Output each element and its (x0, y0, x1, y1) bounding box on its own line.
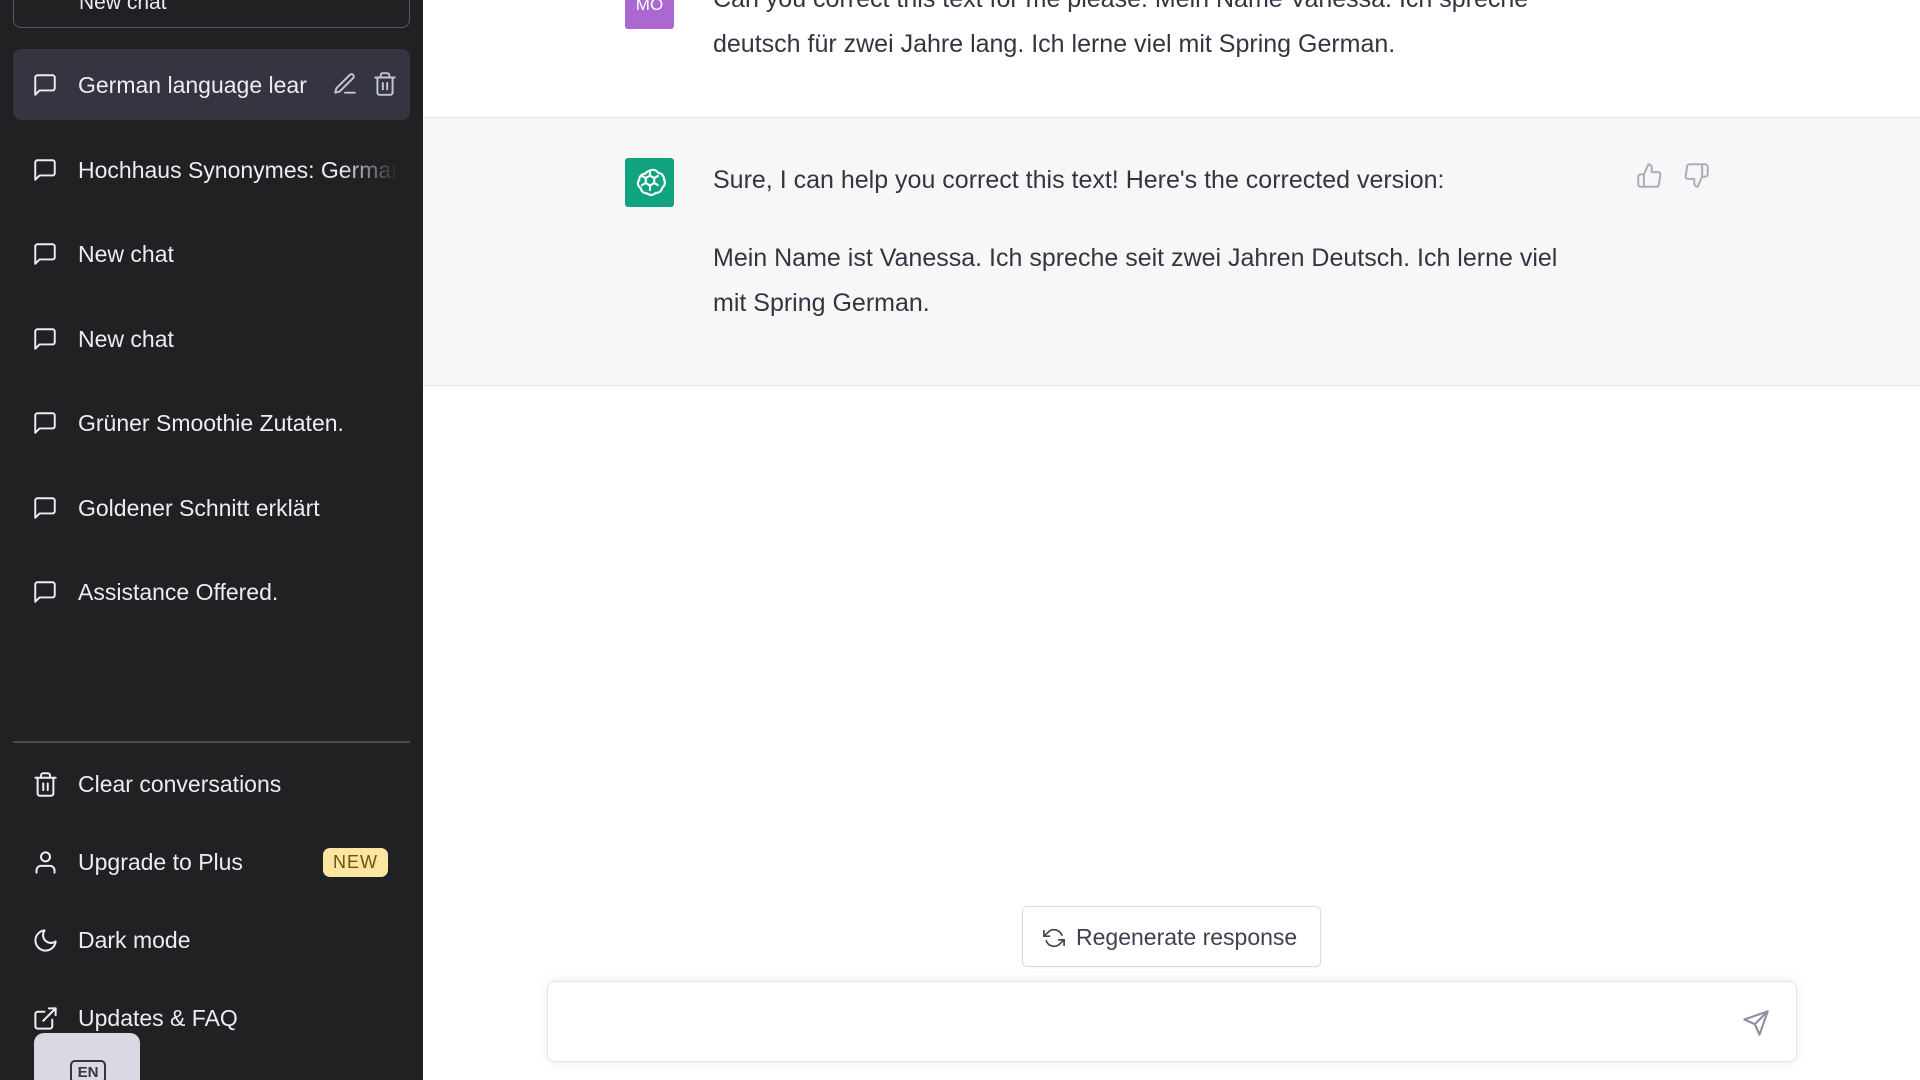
regenerate-response-button[interactable]: Regenerate response (1022, 906, 1321, 967)
user-message-text: Can you correct this text for me please.… (713, 0, 1613, 67)
refresh-icon (1043, 928, 1065, 948)
chat-bubble-icon (34, 412, 56, 434)
chat-item[interactable]: Hochhaus Synonymes: German (13, 134, 410, 205)
dark-mode-label: Dark mode (78, 927, 191, 953)
chat-item[interactable]: New chat (13, 218, 410, 289)
dark-mode-button[interactable]: Dark mode (13, 910, 410, 972)
assistant-correction-line: Mein Name ist Vanessa. Ich spreche seit … (713, 244, 1558, 272)
new-chat-button[interactable]: New chat (13, 0, 410, 28)
language-switcher[interactable]: EN (34, 1033, 140, 1080)
user-message-line: Can you correct this text for me please.… (713, 0, 1613, 22)
assistant-message-intro: Sure, I can help you correct this text! … (713, 166, 1445, 194)
user-avatar: MO (625, 0, 674, 29)
chat-bubble-icon (34, 496, 56, 519)
chat-item-actions (332, 71, 398, 97)
chat-bubble-icon (34, 158, 56, 181)
thumbs-up-icon[interactable] (1636, 162, 1663, 189)
chat-item-label: New chat (78, 241, 174, 267)
chat-item-label: German language lear (78, 72, 307, 98)
chat-item-label: Grüner Smoothie Zutaten. (78, 410, 344, 436)
sidebar-divider (13, 741, 410, 743)
new-chat-label: New chat (79, 0, 167, 14)
chat-item-label: New chat (78, 325, 174, 352)
assistant-message-correction: Mein Name ist Vanessa. Ich spreche seit … (713, 236, 1613, 326)
assistant-message: Sure, I can help you correct this text! … (423, 118, 1920, 386)
send-icon[interactable] (1742, 1009, 1770, 1037)
new-badge: NEW (323, 848, 388, 877)
assistant-correction-line: mit Spring German. (713, 289, 930, 317)
upgrade-to-plus-button[interactable]: Upgrade to Plus NEW (13, 832, 410, 894)
edit-icon[interactable] (332, 71, 358, 97)
chat-bubble-icon (34, 74, 56, 96)
openai-logo-icon (636, 168, 666, 196)
chat-item[interactable]: Goldener Schnitt erklärt (13, 472, 410, 543)
message-composer (547, 981, 1797, 1062)
moon-icon (34, 929, 57, 952)
clear-conversations-label: Clear conversations (78, 771, 282, 797)
chat-item-label: Assistance Offered. (78, 579, 279, 605)
chat-item[interactable]: Grüner Smoothie Zutaten. (13, 387, 410, 458)
chat-item-label: Goldener Schnitt erklärt (78, 494, 320, 521)
message-input[interactable] (570, 1000, 1720, 1044)
chat-bubble-icon (34, 581, 56, 603)
chat-main: MO Can you correct this text for me plea… (423, 0, 1920, 1080)
trash-icon (34, 772, 57, 797)
trash-icon[interactable] (372, 71, 398, 97)
user-icon (35, 851, 56, 874)
chat-item-label: Hochhaus Synonymes: German (78, 156, 398, 183)
user-message: MO Can you correct this text for me plea… (423, 0, 1920, 118)
chat-bubble-icon (34, 243, 56, 265)
chat-item[interactable]: Assistance Offered. (13, 556, 410, 627)
chat-item[interactable]: New chat (13, 303, 410, 374)
updates-faq-label: Updates & FAQ (78, 1005, 238, 1031)
regenerate-response-label: Regenerate response (1076, 924, 1298, 950)
user-message-line: deutsch für zwei Jahre lang. Ich lerne v… (713, 30, 1396, 58)
upgrade-to-plus-label: Upgrade to Plus (78, 849, 243, 875)
chat-item-active[interactable]: German language lear (13, 49, 410, 120)
external-link-icon (34, 1007, 57, 1030)
chat-history-list: German language lear Hochhaus Synonymes:… (13, 49, 410, 641)
language-label: EN (70, 1060, 106, 1080)
feedback-buttons (1636, 162, 1710, 189)
clear-conversations-button[interactable]: Clear conversations (13, 754, 410, 816)
assistant-avatar (625, 158, 674, 207)
sidebar: New chat German language lear Hochhaus S… (0, 0, 423, 1080)
thumbs-down-icon[interactable] (1683, 162, 1710, 189)
chat-bubble-icon (34, 327, 56, 350)
